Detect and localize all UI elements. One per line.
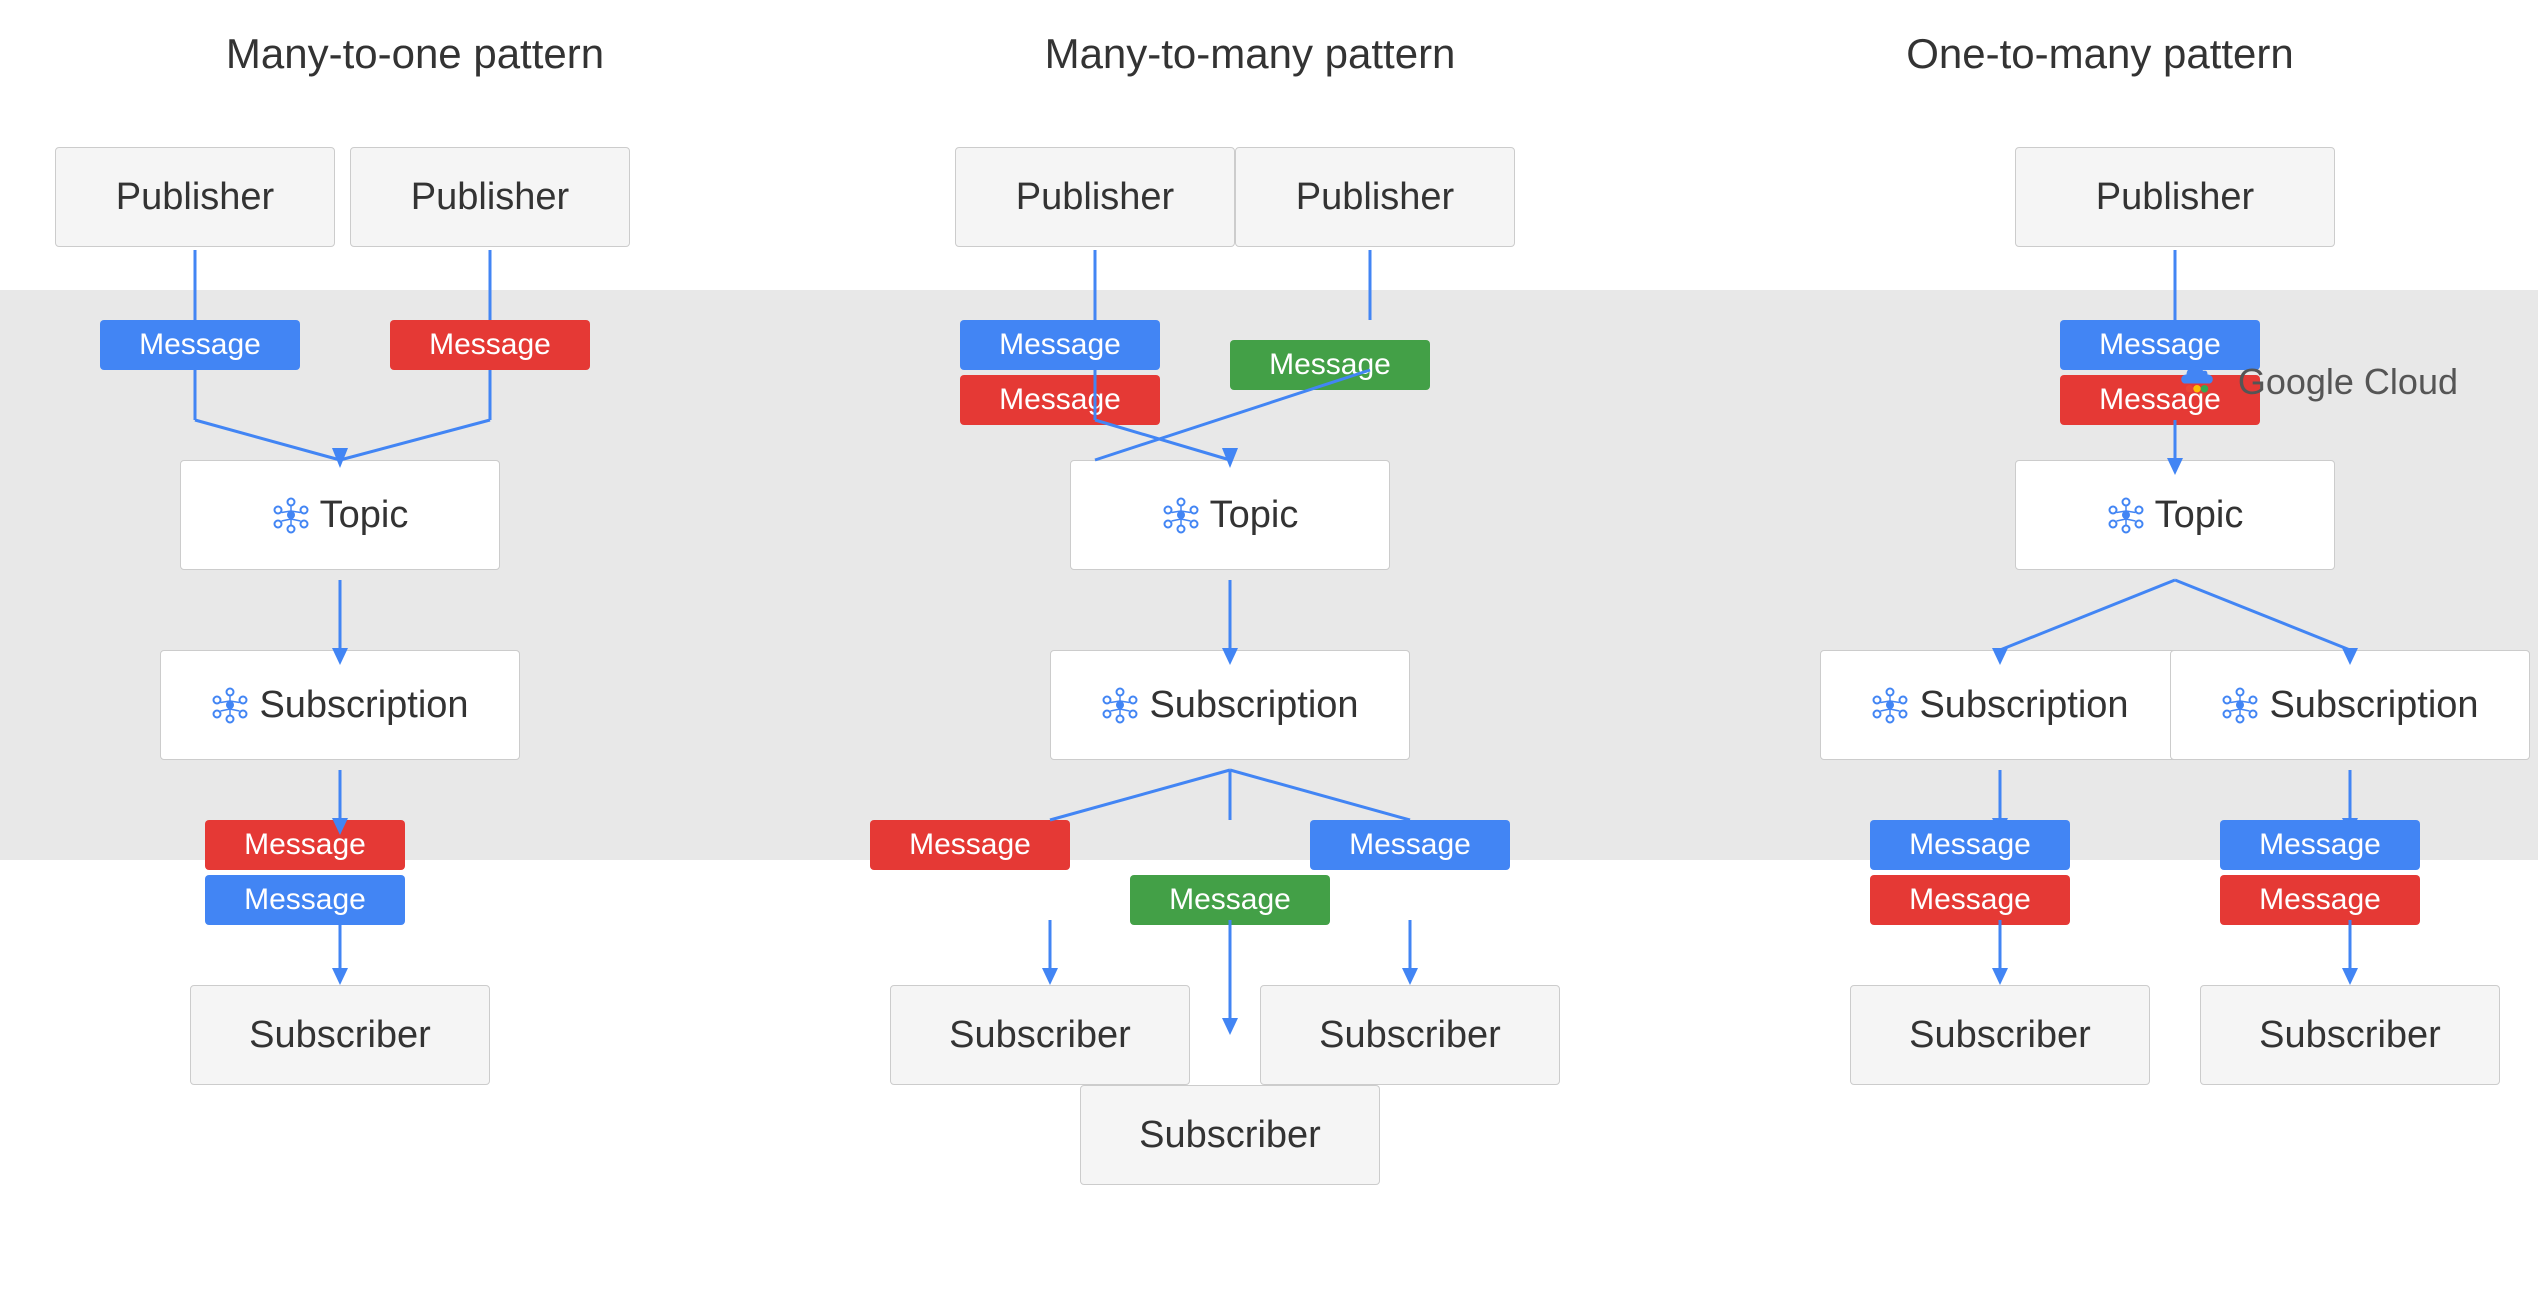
msg-red-sub2-l: Message [870,820,1070,870]
msg-green-sub2-c: Message [1130,875,1330,925]
subscription-4-icon [2221,686,2259,724]
subscriber-6-box: Subscriber [2200,985,2500,1085]
subscriber-3-box: Subscriber [1260,985,1560,1085]
msg-red-sub3: Message [1870,875,2070,925]
msg-red-sub4: Message [2220,875,2420,925]
topic-1-box: Topic [180,460,500,570]
msg-red-sub1: Message [205,820,405,870]
many-to-one-section: Many-to-one pattern [40,0,740,98]
subscription-1-label: Subscription [259,684,468,727]
google-cloud-icon [2170,360,2224,404]
publisher-5-box: Publisher [2015,147,2335,247]
subscriber-4-label: Subscriber [1139,1114,1321,1157]
publisher-1-box: Publisher [55,147,335,247]
topic-2-icon [1162,496,1200,534]
topic-1-label: Topic [320,494,409,537]
topic-2-box: Topic [1070,460,1390,570]
subscriber-6-label: Subscriber [2259,1014,2441,1057]
topic-3-icon [2107,496,2145,534]
subscription-2-icon [1101,686,1139,724]
subscriber-5-label: Subscriber [1909,1014,2091,1057]
msg-blue-pub3: Message [960,320,1160,370]
publisher-4-box: Publisher [1235,147,1515,247]
publisher-5-label: Publisher [2096,176,2254,219]
subscription-1-box: Subscription [160,650,520,760]
subscriber-2-box: Subscriber [890,985,1190,1085]
publisher-3-box: Publisher [955,147,1235,247]
topic-2-label: Topic [1210,494,1299,537]
subscription-4-label: Subscription [2269,684,2478,727]
publisher-3-label: Publisher [1016,176,1174,219]
publisher-4-label: Publisher [1296,176,1454,219]
subscriber-1-label: Subscriber [249,1014,431,1057]
topic-3-label: Topic [2155,494,2244,537]
publisher-1-label: Publisher [116,176,274,219]
subscription-3-label: Subscription [1919,684,2128,727]
msg-red-pub3: Message [960,375,1160,425]
subscription-1-icon [211,686,249,724]
msg-blue-sub4: Message [2220,820,2420,870]
msg-blue-sub1: Message [205,875,405,925]
many-to-many-title: Many-to-many pattern [900,30,1600,78]
msg-blue-1: Message [100,320,300,370]
publisher-2-label: Publisher [411,176,569,219]
subscriber-2-label: Subscriber [949,1014,1131,1057]
subscription-3-box: Subscription [1820,650,2180,760]
msg-blue-sub3: Message [1870,820,2070,870]
subscriber-5-box: Subscriber [1850,985,2150,1085]
diagram-container: Many-to-one pattern Publisher Publisher … [0,0,2538,1305]
topic-1-icon [272,496,310,534]
publisher-2-box: Publisher [350,147,630,247]
google-cloud-text: Google Cloud [2238,361,2458,403]
msg-red-1: Message [390,320,590,370]
msg-blue-sub2-r: Message [1310,820,1510,870]
subscriber-1-box: Subscriber [190,985,490,1085]
google-cloud-logo: Google Cloud [2170,360,2458,404]
one-to-many-title: One-to-many pattern [1750,30,2450,78]
subscription-2-box: Subscription [1050,650,1410,760]
subscription-4-box: Subscription [2170,650,2530,760]
subscriber-4-box: Subscriber [1080,1085,1380,1185]
many-to-one-title: Many-to-one pattern [90,30,740,78]
subscription-3-icon [1871,686,1909,724]
msg-green-pub4: Message [1230,340,1430,390]
topic-3-box: Topic [2015,460,2335,570]
subscriber-3-label: Subscriber [1319,1014,1501,1057]
subscription-2-label: Subscription [1149,684,1358,727]
